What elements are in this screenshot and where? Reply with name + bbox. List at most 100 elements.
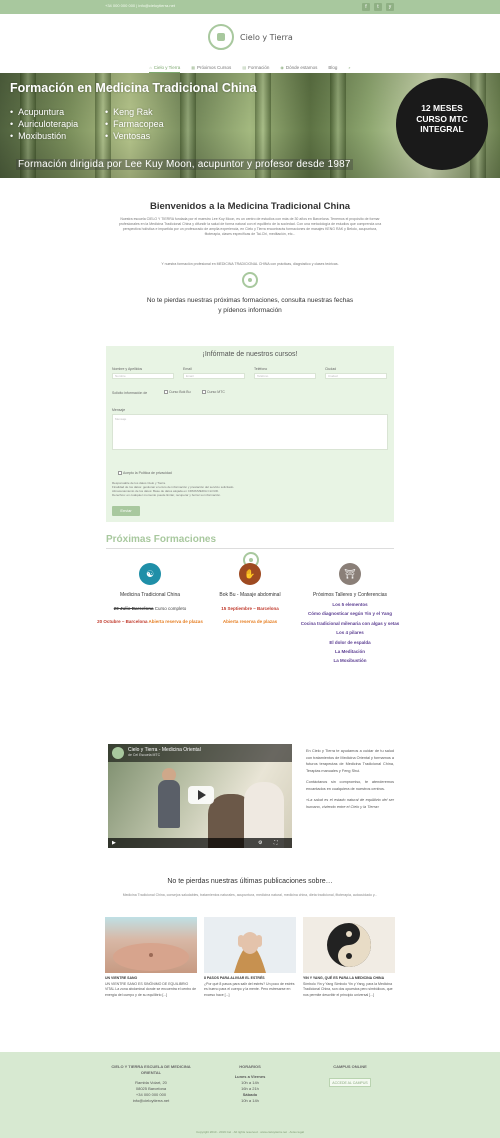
workshop-link[interactable]: Los 4 pilares xyxy=(295,630,405,636)
post-estres[interactable]: 8 PASOS PARA ALIVIAR EL ESTRÉS ¿Por qué … xyxy=(204,976,296,998)
top-bar: +34 000 000 000 | info@cieloytierra.net … xyxy=(0,0,500,14)
badge-line: INTEGRAL xyxy=(420,124,464,134)
copyright: Copyright 2010 - 2019 Cel · All rights r… xyxy=(196,1130,304,1134)
option-mtc-checkbox[interactable]: Curso MTC xyxy=(202,390,225,395)
post-excerpt: Símbolo Yin y Yang Símbolo Yin y Yang, p… xyxy=(303,981,393,997)
form-title: ¡Infórmate de nuestros cursos! xyxy=(202,351,298,358)
location-pin-icon: ◉ xyxy=(280,65,284,70)
course-text: Abierta reserva de plazas xyxy=(222,619,278,624)
hero-list-item: Auriculoterapia xyxy=(10,118,78,130)
torii-gate-icon[interactable]: ⛩ xyxy=(339,563,361,585)
about-paragraph: Contáctanos sin compromiso, te atenderem… xyxy=(306,780,394,791)
post-excerpt: ¿Por qué 8 pasos para salir del estrés? … xyxy=(204,981,295,997)
email-field[interactable]: Email xyxy=(183,373,245,379)
brand-name: Cielo y Tierra xyxy=(240,32,293,42)
channel-avatar xyxy=(112,747,124,759)
play-icon[interactable] xyxy=(188,786,214,804)
search-icon: ⌕ xyxy=(348,65,351,70)
footer-line: 10h a 14h xyxy=(241,1098,259,1103)
post-title[interactable]: 8 PASOS PARA ALIVIAR EL ESTRÉS xyxy=(204,976,265,980)
nav-label: Cielo y Tierra xyxy=(153,64,181,70)
campus-button[interactable]: ACCEDE AL CAMPUS xyxy=(329,1078,371,1087)
badge-line: 12 MESES xyxy=(421,103,463,113)
workshop-link[interactable]: La Meditación xyxy=(295,649,405,655)
course-text: La Meditación xyxy=(334,649,365,655)
nav-item-search[interactable]: ⌕ xyxy=(348,62,350,73)
site-footer: CIELO Y TIERRA ESCUELA DE MEDICINA ORIEN… xyxy=(0,1052,500,1138)
hero-list-left: Acupuntura Auriculoterapia Moxibustión xyxy=(10,106,78,142)
settings-icon[interactable]: ⚙ xyxy=(258,840,262,846)
field-label: Ciudad xyxy=(325,367,337,371)
workshop-link[interactable]: La Moxibustión xyxy=(295,658,405,664)
privacy-note: Derechos: en cualquier momento puede lim… xyxy=(112,493,221,497)
course-title-talleres[interactable]: Próximos Talleres y Conferencias xyxy=(295,592,405,598)
message-textarea[interactable]: Mensaje xyxy=(112,414,388,450)
field-label: Nombre y Apellidos xyxy=(112,367,143,371)
nav-label: Formación xyxy=(248,65,270,70)
yin-yang-icon[interactable]: ☯ xyxy=(139,563,161,585)
twitter-icon[interactable]: t xyxy=(374,3,382,11)
privacy-checkbox[interactable]: Acepto la Política de privacidad xyxy=(118,471,172,476)
youtube-icon[interactable]: y xyxy=(386,3,394,11)
workshop-list: Los 5 elementos Cómo diagnosticar según Y… xyxy=(295,602,405,668)
video-controls[interactable]: ▶ ⚙ ⛶ xyxy=(108,838,292,848)
post-title[interactable]: UN VIENTRE SANO xyxy=(105,976,137,980)
hero-list-item: Farmacopea xyxy=(105,118,164,130)
cta-text: No te pierdas nuestras próximas formacio… xyxy=(120,296,380,316)
workshop-link[interactable]: Cocina tradicional milenaria con algas y… xyxy=(295,621,405,627)
course-dates-mtc: 20 Julio Barcelona Curso completo 20 Octu… xyxy=(95,605,205,631)
welcome-title: Bienvenidos a la Medicina Tradicional Ch… xyxy=(149,201,351,212)
course-date-entry: 20 Octubre – Barcelona Abierta reserva d… xyxy=(95,618,205,625)
workshop-link[interactable]: Cómo diagnosticar según Yin y el Yang xyxy=(295,611,405,617)
about-text: En Cielo y Tierra te ayudamos a cuidar d… xyxy=(306,748,394,810)
footer-email-link[interactable]: info@cieloytierra.net xyxy=(106,1098,196,1104)
nav-item-courses[interactable]: ▦ Próximos Cursos xyxy=(191,62,231,73)
course-text: 15 Septiembre – Barcelona xyxy=(221,606,279,611)
course-text: El dolor de espalda xyxy=(329,639,371,645)
workshop-link[interactable]: El dolor de espalda xyxy=(295,640,405,646)
nav-label: Dónde estamos xyxy=(285,65,318,70)
name-field[interactable]: Nombre xyxy=(112,373,174,379)
message-label: Mensaje xyxy=(112,408,126,412)
course-text: Los 4 pilares xyxy=(336,630,364,636)
phone-field[interactable]: Teléfono xyxy=(254,373,316,379)
hero-list-right: Keng Rak Farmacopea Ventosas xyxy=(105,106,164,142)
hero-title: Formación en Medicina Tradicional China xyxy=(10,81,257,95)
post-vientre[interactable]: UN VIENTRE SANO UN VIENTRE SANO ES SINÓN… xyxy=(105,976,197,998)
course-title-bokbu[interactable]: Bok Bu - Masaje abdominal xyxy=(195,592,305,598)
city-field[interactable]: Ciudad xyxy=(325,373,387,379)
course-date-entry: 15 Septiembre – Barcelona xyxy=(195,605,305,612)
site-logo[interactable]: Cielo y Tierra xyxy=(208,24,293,50)
nav-item-home[interactable]: ⌂ Cielo y Tierra xyxy=(149,62,181,73)
play-small-icon[interactable]: ▶ xyxy=(112,840,116,846)
fullscreen-icon[interactable]: ⛶ xyxy=(274,840,278,846)
course-title-mtc[interactable]: Medicina Tradicional China xyxy=(95,592,205,598)
post-thumbnail-vientre[interactable] xyxy=(105,917,197,973)
course-text: 20 Octubre – Barcelona xyxy=(97,619,148,624)
facebook-icon[interactable]: f xyxy=(362,3,370,11)
course-badge[interactable]: 12 MESES CURSO MTC INTEGRAL xyxy=(396,78,488,170)
post-thumbnail-yinyang[interactable] xyxy=(303,917,395,973)
nav-item-blog[interactable]: Blog xyxy=(328,62,337,73)
course-text: Curso completo xyxy=(153,606,187,611)
hand-massage-icon[interactable]: ✋ xyxy=(239,563,261,585)
course-text: Cómo diagnosticar según Yin y el Yang xyxy=(308,611,392,617)
book-icon: ▤ xyxy=(242,65,247,70)
welcome-text: Nuestra escuela CIELO Y TIERRA fundada p… xyxy=(118,217,382,236)
workshop-link[interactable]: Los 5 elementos xyxy=(295,602,405,608)
submit-button[interactable]: Enviar xyxy=(112,506,140,516)
nav-item-location[interactable]: ◉ Dónde estamos xyxy=(280,62,317,73)
cta-line: y pídenos información xyxy=(218,307,282,314)
post-yinyang[interactable]: YIN Y YANG, QUÉ ES PARA LA MEDICINA CHIN… xyxy=(303,976,395,998)
hero-list-item: Keng Rak xyxy=(105,106,164,118)
nav-item-training[interactable]: ▤ Formación xyxy=(242,62,269,73)
option-bokbu-checkbox[interactable]: Curso Bok Bu xyxy=(164,390,191,395)
privacy-label: Acepto la Política de privacidad xyxy=(123,471,172,475)
post-thumbnail-estres[interactable] xyxy=(204,917,296,973)
post-title[interactable]: YIN Y YANG, QUÉ ES PARA LA MEDICINA CHIN… xyxy=(303,976,384,980)
welcome-text-secondary: Y nuestra formación profesional en MEDIC… xyxy=(161,262,339,266)
blog-section-title: No te pierdas nuestras últimas publicaci… xyxy=(167,878,333,885)
footer-hours: HORARIOS Lunes a Viernes 10h a 14h 16h a… xyxy=(220,1064,280,1104)
badge-line: CURSO MTC xyxy=(416,113,468,124)
intro-video[interactable]: Cielo y Tierra - Medicina Oriental de Ce… xyxy=(108,744,292,848)
